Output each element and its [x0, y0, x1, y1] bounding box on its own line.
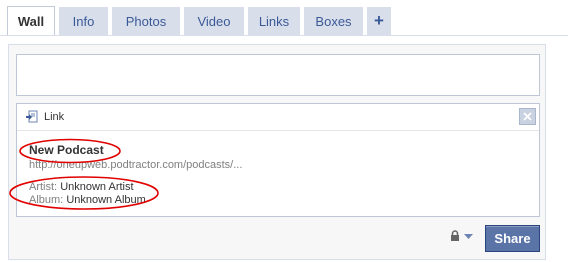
add-tab-button[interactable]: + [367, 7, 391, 35]
attachment-type-label: Link [44, 111, 65, 123]
artist-value: Unknown Artist [60, 181, 134, 193]
tab-wall[interactable]: Wall [7, 6, 55, 36]
tab-video[interactable]: Video [184, 7, 244, 35]
link-attachment: Link New Podcast http://oneupweb.podtrac… [16, 103, 540, 217]
album-label: Album: [29, 194, 64, 206]
link-icon [26, 110, 38, 123]
album-value: Unknown Album [66, 194, 146, 206]
share-button[interactable]: Share [485, 225, 540, 252]
link-title[interactable]: New Podcast [29, 143, 104, 157]
tab-boxes[interactable]: Boxes [304, 7, 363, 35]
privacy-selector[interactable] [450, 230, 474, 242]
close-icon [523, 112, 532, 121]
tab-photos[interactable]: Photos [112, 7, 180, 35]
tab-divider [0, 35, 568, 36]
artist-line: Artist: Unknown Artist [29, 181, 134, 193]
status-input[interactable] [16, 54, 540, 96]
remove-attachment-button[interactable] [519, 108, 536, 125]
lock-icon [451, 230, 459, 241]
album-line: Album: Unknown Album [29, 194, 146, 206]
tab-info[interactable]: Info [59, 7, 108, 35]
attachment-header: Link [17, 104, 539, 131]
artist-label: Artist: [29, 181, 58, 193]
publisher-panel: Link New Podcast http://oneupweb.podtrac… [8, 44, 546, 260]
profile-tab-bar: Wall Info Photos Video Links Boxes + [0, 0, 568, 36]
tab-links[interactable]: Links [248, 7, 300, 35]
chevron-down-icon [464, 234, 473, 239]
link-url: http://oneupweb.podtractor.com/podcasts/… [29, 159, 243, 171]
